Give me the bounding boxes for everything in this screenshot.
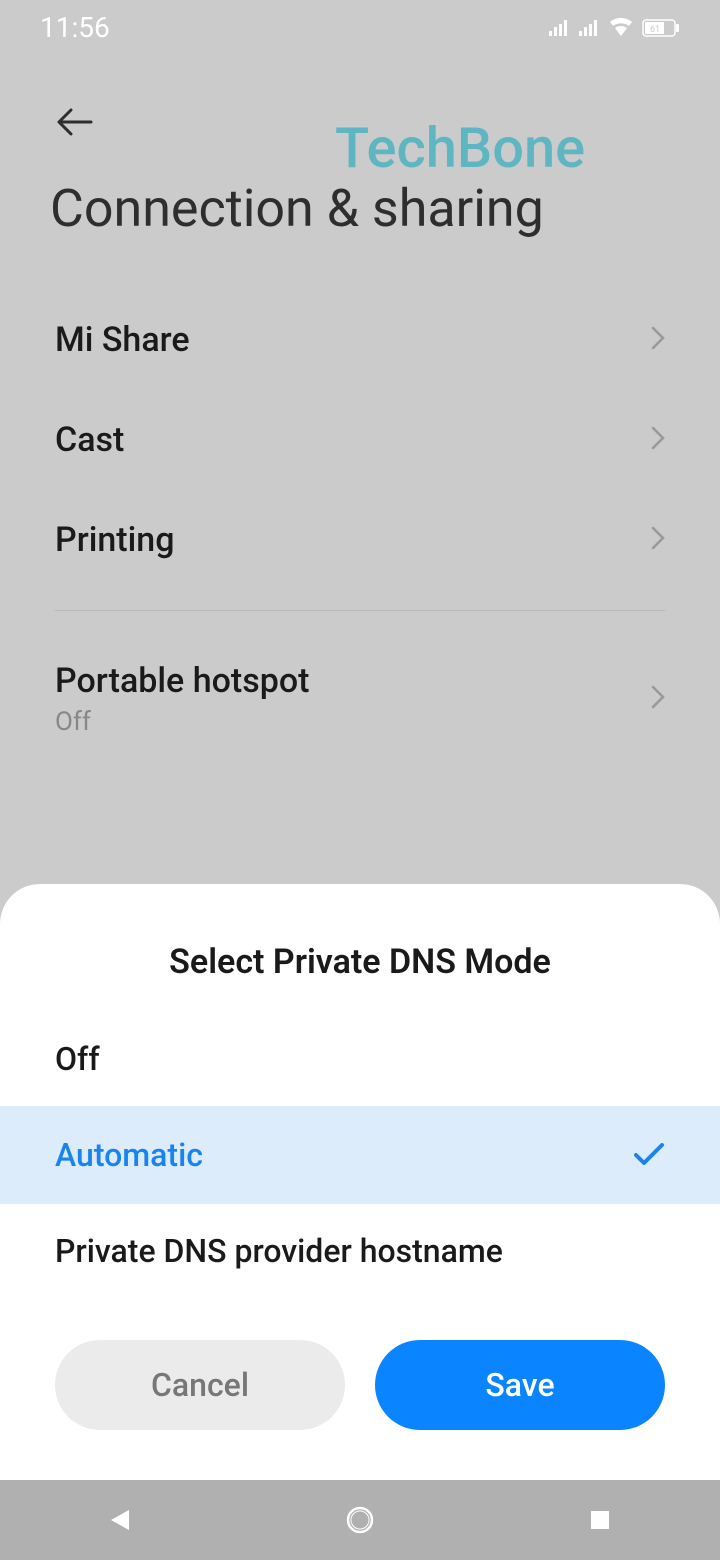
settings-item-mishare[interactable]: Mi Share bbox=[0, 290, 720, 390]
settings-list: Mi Share Cast Printing Portable hotspot … bbox=[0, 290, 720, 767]
settings-label: Mi Share bbox=[55, 320, 190, 360]
signal-icon-2 bbox=[578, 19, 600, 37]
status-icons: 61 bbox=[548, 18, 680, 38]
signal-icon-1 bbox=[548, 19, 570, 37]
settings-item-printing[interactable]: Printing bbox=[0, 490, 720, 590]
divider bbox=[55, 610, 665, 611]
navigation-bar bbox=[0, 1480, 720, 1560]
svg-text:61: 61 bbox=[650, 25, 660, 35]
nav-recent-button[interactable] bbox=[586, 1506, 614, 1534]
check-icon bbox=[633, 1134, 665, 1176]
option-label: Off bbox=[55, 1040, 100, 1078]
settings-item-hotspot[interactable]: Portable hotspot Off bbox=[0, 631, 720, 767]
status-bar: 11:56 61 bbox=[0, 0, 720, 55]
back-button[interactable] bbox=[55, 102, 95, 142]
watermark: TechBone bbox=[335, 115, 585, 181]
cancel-button[interactable]: Cancel bbox=[55, 1340, 345, 1430]
option-hostname[interactable]: Private DNS provider hostname bbox=[0, 1204, 720, 1320]
settings-label: Cast bbox=[55, 420, 124, 460]
nav-home-button[interactable] bbox=[346, 1506, 374, 1534]
option-label: Automatic bbox=[55, 1136, 203, 1174]
page-title: Connection & sharing bbox=[50, 178, 544, 239]
button-row: Cancel Save bbox=[0, 1320, 720, 1480]
option-label: Private DNS provider hostname bbox=[55, 1232, 503, 1270]
chevron-right-icon bbox=[651, 324, 665, 357]
chevron-right-icon bbox=[651, 683, 665, 716]
settings-item-cast[interactable]: Cast bbox=[0, 390, 720, 490]
chevron-right-icon bbox=[651, 524, 665, 557]
save-button[interactable]: Save bbox=[375, 1340, 665, 1430]
battery-icon: 61 bbox=[642, 18, 680, 38]
chevron-right-icon bbox=[651, 424, 665, 457]
nav-back-button[interactable] bbox=[106, 1506, 134, 1534]
bottom-sheet-dns: Select Private DNS Mode Off Automatic Pr… bbox=[0, 884, 720, 1480]
status-time: 11:56 bbox=[40, 11, 110, 44]
wifi-icon bbox=[608, 18, 634, 38]
settings-label: Portable hotspot bbox=[55, 661, 309, 701]
option-automatic[interactable]: Automatic bbox=[0, 1106, 720, 1204]
option-off[interactable]: Off bbox=[0, 1012, 720, 1106]
settings-label: Printing bbox=[55, 520, 175, 560]
sheet-title: Select Private DNS Mode bbox=[0, 924, 720, 1012]
settings-subtitle: Off bbox=[55, 707, 309, 737]
